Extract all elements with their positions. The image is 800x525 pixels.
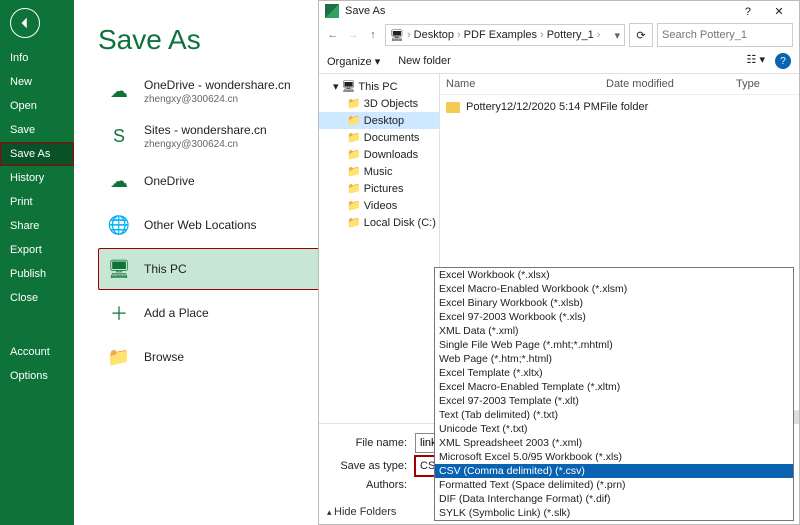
tree-node-this-pc[interactable]: ▾ 🖥 This PC xyxy=(319,78,439,95)
tree-node-pictures[interactable]: 📁 Pictures xyxy=(319,180,439,197)
tree-node-desktop[interactable]: 📁 Desktop xyxy=(319,112,439,129)
location-icon: 📁 xyxy=(106,344,132,370)
hide-folders-button[interactable]: Hide Folders xyxy=(327,506,396,518)
file-row[interactable]: Pottery12/12/2020 5:14 PMFile folder xyxy=(446,99,793,115)
organize-menu[interactable]: Organize ▾ xyxy=(327,55,380,68)
location-add-a-place[interactable]: ＋Add a Place xyxy=(98,292,342,334)
back-button[interactable] xyxy=(10,8,40,38)
filename-label: File name: xyxy=(327,437,415,449)
location-onedrive-wondershare-cn[interactable]: ☁OneDrive - wondershare.cnzhengxy@300624… xyxy=(98,70,342,113)
crumb-pottery[interactable]: Pottery_1 xyxy=(547,29,594,41)
filetype-option[interactable]: Excel Binary Workbook (*.xlsb) xyxy=(435,296,793,310)
search-input[interactable] xyxy=(657,23,793,47)
tree-node-local-disk-c-[interactable]: 📁 Local Disk (C:) xyxy=(319,214,439,231)
breadcrumb[interactable]: 🖥 › Desktop › PDF Examples › Pottery_1 ›… xyxy=(385,24,625,46)
location-icon: ☁ xyxy=(106,79,132,105)
savetype-label: Save as type: xyxy=(327,460,415,472)
filetype-option[interactable]: Excel Workbook (*.xlsx) xyxy=(435,268,793,282)
dialog-title: Save As xyxy=(345,5,385,17)
tree-node-downloads[interactable]: 📁 Downloads xyxy=(319,146,439,163)
sidebar-item-share[interactable]: Share xyxy=(0,214,74,238)
location-this-pc[interactable]: 🖥This PC xyxy=(98,248,342,290)
sidebar-item-open[interactable]: Open xyxy=(0,94,74,118)
pc-icon: 🖥 xyxy=(390,29,404,42)
sidebar-item-save[interactable]: Save xyxy=(0,118,74,142)
filetype-option[interactable]: Excel Add-In (*.xlam) xyxy=(435,520,793,521)
filetype-option[interactable]: Microsoft Excel 5.0/95 Workbook (*.xls) xyxy=(435,450,793,464)
sidebar-item-history[interactable]: History xyxy=(0,166,74,190)
nav-back-icon[interactable]: ← xyxy=(325,29,341,41)
crumb-desktop[interactable]: Desktop xyxy=(414,29,454,41)
sidebar-item-save-as[interactable]: Save As xyxy=(0,142,74,166)
backstage-sidebar: InfoNewOpenSaveSave AsHistoryPrintShareE… xyxy=(0,0,74,525)
sidebar-item-new[interactable]: New xyxy=(0,70,74,94)
filetype-option[interactable]: Formatted Text (Space delimited) (*.prn) xyxy=(435,478,793,492)
filetype-option[interactable]: Excel 97-2003 Template (*.xlt) xyxy=(435,394,793,408)
location-onedrive[interactable]: ☁OneDrive xyxy=(98,160,342,202)
col-type[interactable]: Type xyxy=(736,78,800,90)
close-button[interactable]: ✕ xyxy=(765,5,793,18)
sidebar-item-account[interactable]: Account xyxy=(0,340,74,364)
location-icon: 🖥 xyxy=(106,256,132,282)
sidebar-item-close[interactable]: Close xyxy=(0,286,74,310)
location-sites-wondershare-cn[interactable]: SSites - wondershare.cnzhengxy@300624.cn xyxy=(98,115,342,158)
filetype-option[interactable]: Excel Macro-Enabled Template (*.xltm) xyxy=(435,380,793,394)
authors-label: Authors: xyxy=(327,479,415,491)
crumb-pdf[interactable]: PDF Examples xyxy=(464,29,537,41)
filetype-option[interactable]: Excel Template (*.xltx) xyxy=(435,366,793,380)
filetype-option[interactable]: DIF (Data Interchange Format) (*.dif) xyxy=(435,492,793,506)
col-name[interactable]: Name xyxy=(446,78,606,90)
filetype-option[interactable]: XML Spreadsheet 2003 (*.xml) xyxy=(435,436,793,450)
location-icon: ☁ xyxy=(106,168,132,194)
excel-icon xyxy=(325,4,339,18)
sidebar-item-publish[interactable]: Publish xyxy=(0,262,74,286)
tree-node-videos[interactable]: 📁 Videos xyxy=(319,197,439,214)
filetype-dropdown-list[interactable]: Excel Workbook (*.xlsx)Excel Macro-Enabl… xyxy=(434,267,794,521)
location-icon: 🌐 xyxy=(106,212,132,238)
filetype-option[interactable]: SYLK (Symbolic Link) (*.slk) xyxy=(435,506,793,520)
filetype-option[interactable]: Single File Web Page (*.mht;*.mhtml) xyxy=(435,338,793,352)
filetype-option[interactable]: Excel Macro-Enabled Workbook (*.xlsm) xyxy=(435,282,793,296)
tree-node-3d-objects[interactable]: 📁 3D Objects xyxy=(319,95,439,112)
tree-node-documents[interactable]: 📁 Documents xyxy=(319,129,439,146)
tree-node-music[interactable]: 📁 Music xyxy=(319,163,439,180)
filetype-option[interactable]: Text (Tab delimited) (*.txt) xyxy=(435,408,793,422)
sidebar-item-options[interactable]: Options xyxy=(0,364,74,388)
nav-up-icon[interactable]: ↑ xyxy=(365,29,381,41)
refresh-button[interactable]: ⟳ xyxy=(629,23,653,47)
new-folder-button[interactable]: New folder xyxy=(398,55,451,67)
sidebar-item-info[interactable]: Info xyxy=(0,46,74,70)
filetype-option[interactable]: CSV (Comma delimited) (*.csv) xyxy=(435,464,793,478)
sidebar-item-export[interactable]: Export xyxy=(0,238,74,262)
save-as-panel: Save As ☁OneDrive - wondershare.cnzhengx… xyxy=(74,0,358,525)
filetype-option[interactable]: Excel 97-2003 Workbook (*.xls) xyxy=(435,310,793,324)
filetype-option[interactable]: XML Data (*.xml) xyxy=(435,324,793,338)
help-button[interactable]: ? xyxy=(734,6,762,18)
filetype-option[interactable]: Web Page (*.htm;*.html) xyxy=(435,352,793,366)
filetype-option[interactable]: Unicode Text (*.txt) xyxy=(435,422,793,436)
view-options-icon[interactable]: ☷ ▾ xyxy=(747,53,765,69)
col-date[interactable]: Date modified xyxy=(606,78,736,90)
sidebar-item-print[interactable]: Print xyxy=(0,190,74,214)
page-title: Save As xyxy=(98,24,342,56)
location-icon: S xyxy=(106,124,132,150)
location-icon: ＋ xyxy=(106,300,132,326)
nav-forward-icon[interactable]: → xyxy=(345,29,361,41)
help-icon[interactable]: ? xyxy=(775,53,791,69)
location-other-web-locations[interactable]: 🌐Other Web Locations xyxy=(98,204,342,246)
location-browse[interactable]: 📁Browse xyxy=(98,336,342,378)
folder-icon xyxy=(446,102,460,113)
folder-tree: ▾ 🖥 This PC📁 3D Objects📁 Desktop📁 Docume… xyxy=(319,74,440,423)
